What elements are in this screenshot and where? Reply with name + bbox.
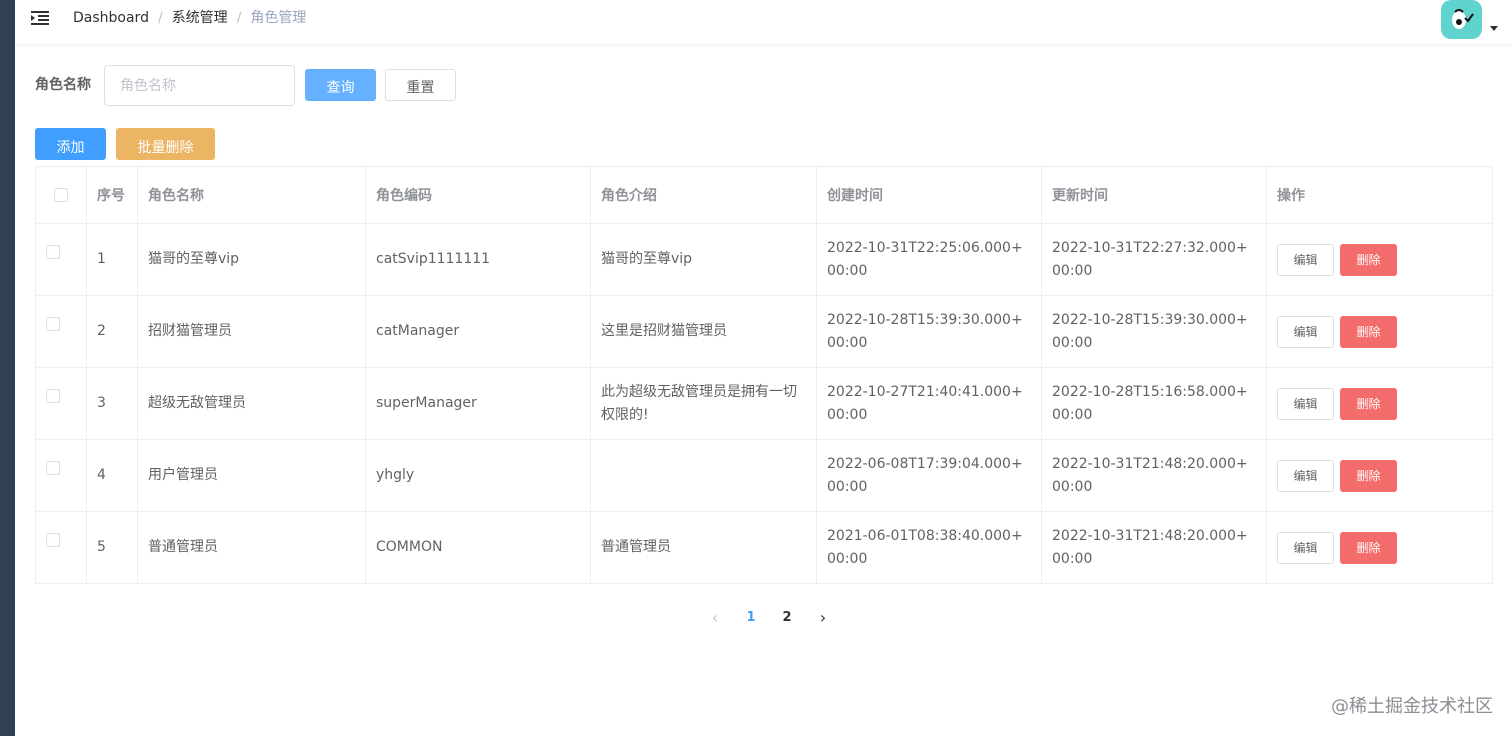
header-role-desc: 角色介绍 bbox=[590, 166, 817, 224]
row-checkbox[interactable] bbox=[46, 461, 60, 475]
main-content: Dashboard / 系统管理 / 角色管理 角色名称 查询 重置 添加 批量… bbox=[15, 0, 1512, 736]
page-2[interactable]: 2 bbox=[769, 606, 805, 630]
breadcrumb-separator: / bbox=[157, 10, 163, 26]
batch-delete-button[interactable]: 批量删除 bbox=[116, 128, 215, 160]
cell-index: 1 bbox=[86, 223, 138, 296]
avatar[interactable] bbox=[1441, 0, 1482, 39]
cell-actions: 编辑 删除 bbox=[1266, 367, 1493, 440]
breadcrumb: Dashboard / 系统管理 / 角色管理 bbox=[73, 9, 306, 27]
cell-created-time: 2021-06-01T08:38:40.000+00:00 bbox=[816, 511, 1042, 584]
delete-button[interactable]: 删除 bbox=[1340, 459, 1397, 492]
table-row: 1 猫哥的至尊vip catSvip1111111 猫哥的至尊vip 2022-… bbox=[35, 223, 1493, 296]
row-checkbox[interactable] bbox=[46, 389, 60, 403]
reset-button[interactable]: 重置 bbox=[385, 69, 456, 101]
edit-button[interactable]: 编辑 bbox=[1277, 315, 1334, 348]
header-role-code: 角色编码 bbox=[365, 166, 591, 224]
cell-created-time: 2022-10-27T21:40:41.000+00:00 bbox=[816, 367, 1042, 440]
breadcrumb-dashboard[interactable]: Dashboard bbox=[73, 9, 149, 27]
cell-updated-time: 2022-10-28T15:39:30.000+00:00 bbox=[1041, 295, 1267, 368]
cell-role-code: COMMON bbox=[365, 511, 591, 584]
row-checkbox[interactable] bbox=[46, 245, 60, 259]
table-row: 2 招财猫管理员 catManager 这里是招财猫管理员 2022-10-28… bbox=[35, 295, 1493, 368]
navbar: Dashboard / 系统管理 / 角色管理 bbox=[15, 0, 1512, 44]
select-all-cell bbox=[35, 166, 87, 224]
cell-role-name: 超级无敌管理员 bbox=[137, 367, 366, 440]
cell-role-code: superManager bbox=[365, 367, 591, 440]
cell-role-name: 用户管理员 bbox=[137, 439, 366, 512]
cell-updated-time: 2022-10-31T21:48:20.000+00:00 bbox=[1041, 511, 1267, 584]
edit-button[interactable]: 编辑 bbox=[1277, 387, 1334, 420]
prev-page-icon[interactable]: ‹ bbox=[697, 606, 733, 630]
cell-index: 3 bbox=[86, 367, 138, 440]
cell-role-desc: 猫哥的至尊vip bbox=[590, 223, 817, 296]
row-select-cell bbox=[35, 223, 87, 296]
cell-role-name: 招财猫管理员 bbox=[137, 295, 366, 368]
role-name-input[interactable] bbox=[104, 65, 295, 106]
cell-created-time: 2022-10-31T22:25:06.000+00:00 bbox=[816, 223, 1042, 296]
row-checkbox[interactable] bbox=[46, 533, 60, 547]
sidebar-edge bbox=[0, 0, 15, 736]
select-all-checkbox[interactable] bbox=[54, 188, 68, 202]
row-select-cell bbox=[35, 295, 87, 368]
add-button[interactable]: 添加 bbox=[35, 128, 106, 160]
header-updated-time: 更新时间 bbox=[1041, 166, 1267, 224]
cell-created-time: 2022-06-08T17:39:04.000+00:00 bbox=[816, 439, 1042, 512]
table-header-row: 序号 角色名称 角色编码 角色介绍 创建时间 更新时间 操作 bbox=[35, 166, 1493, 224]
cell-index: 4 bbox=[86, 439, 138, 512]
caret-down-icon[interactable] bbox=[1490, 26, 1498, 31]
cell-role-desc: 此为超级无敌管理员是拥有一切权限的! bbox=[590, 367, 817, 440]
watermark: @稀土掘金技术社区 bbox=[1331, 696, 1493, 717]
delete-button[interactable]: 删除 bbox=[1340, 387, 1397, 420]
header-index: 序号 bbox=[86, 166, 138, 224]
header-created-time: 创建时间 bbox=[816, 166, 1042, 224]
cell-role-desc: 普通管理员 bbox=[590, 511, 817, 584]
row-checkbox[interactable] bbox=[46, 317, 60, 331]
breadcrumb-separator: / bbox=[236, 10, 242, 26]
delete-button[interactable]: 删除 bbox=[1340, 531, 1397, 564]
header-role-name: 角色名称 bbox=[137, 166, 366, 224]
cell-created-time: 2022-10-28T15:39:30.000+00:00 bbox=[816, 295, 1042, 368]
delete-button[interactable]: 删除 bbox=[1340, 243, 1397, 276]
cell-actions: 编辑 删除 bbox=[1266, 511, 1493, 584]
cell-role-code: catManager bbox=[365, 295, 591, 368]
page-1[interactable]: 1 bbox=[733, 606, 769, 630]
cell-role-name: 猫哥的至尊vip bbox=[137, 223, 366, 296]
cell-actions: 编辑 删除 bbox=[1266, 223, 1493, 296]
header-actions: 操作 bbox=[1266, 166, 1493, 224]
table-row: 3 超级无敌管理员 superManager 此为超级无敌管理员是拥有一切权限的… bbox=[35, 367, 1493, 440]
cell-actions: 编辑 删除 bbox=[1266, 295, 1493, 368]
next-page-icon[interactable]: › bbox=[805, 606, 841, 630]
table-row: 5 普通管理员 COMMON 普通管理员 2021-06-01T08:38:40… bbox=[35, 511, 1493, 584]
edit-button[interactable]: 编辑 bbox=[1277, 459, 1334, 492]
table-row: 4 用户管理员 yhgly 2022-06-08T17:39:04.000+00… bbox=[35, 439, 1493, 512]
edit-button[interactable]: 编辑 bbox=[1277, 531, 1334, 564]
delete-button[interactable]: 删除 bbox=[1340, 315, 1397, 348]
query-button[interactable]: 查询 bbox=[305, 69, 376, 101]
cell-role-desc: 这里是招财猫管理员 bbox=[590, 295, 817, 368]
roles-table: 序号 角色名称 角色编码 角色介绍 创建时间 更新时间 操作 1 猫哥的至尊vi… bbox=[35, 166, 1493, 584]
cell-index: 5 bbox=[86, 511, 138, 584]
breadcrumb-system-management[interactable]: 系统管理 bbox=[172, 9, 228, 27]
edit-button[interactable]: 编辑 bbox=[1277, 243, 1334, 276]
row-select-cell bbox=[35, 367, 87, 440]
cell-role-name: 普通管理员 bbox=[137, 511, 366, 584]
cell-updated-time: 2022-10-28T15:16:58.000+00:00 bbox=[1041, 367, 1267, 440]
cell-updated-time: 2022-10-31T21:48:20.000+00:00 bbox=[1041, 439, 1267, 512]
row-select-cell bbox=[35, 439, 87, 512]
row-select-cell bbox=[35, 511, 87, 584]
cell-role-code: yhgly bbox=[365, 439, 591, 512]
pagination: ‹ 1 2 › bbox=[697, 606, 841, 630]
hamburger-menu-icon[interactable] bbox=[31, 10, 49, 26]
role-name-label: 角色名称 bbox=[35, 77, 91, 93]
cell-role-desc bbox=[590, 439, 817, 512]
cell-actions: 编辑 删除 bbox=[1266, 439, 1493, 512]
cell-role-code: catSvip1111111 bbox=[365, 223, 591, 296]
cell-index: 2 bbox=[86, 295, 138, 368]
breadcrumb-role-management: 角色管理 bbox=[250, 10, 307, 26]
cell-updated-time: 2022-10-31T22:27:32.000+00:00 bbox=[1041, 223, 1267, 296]
